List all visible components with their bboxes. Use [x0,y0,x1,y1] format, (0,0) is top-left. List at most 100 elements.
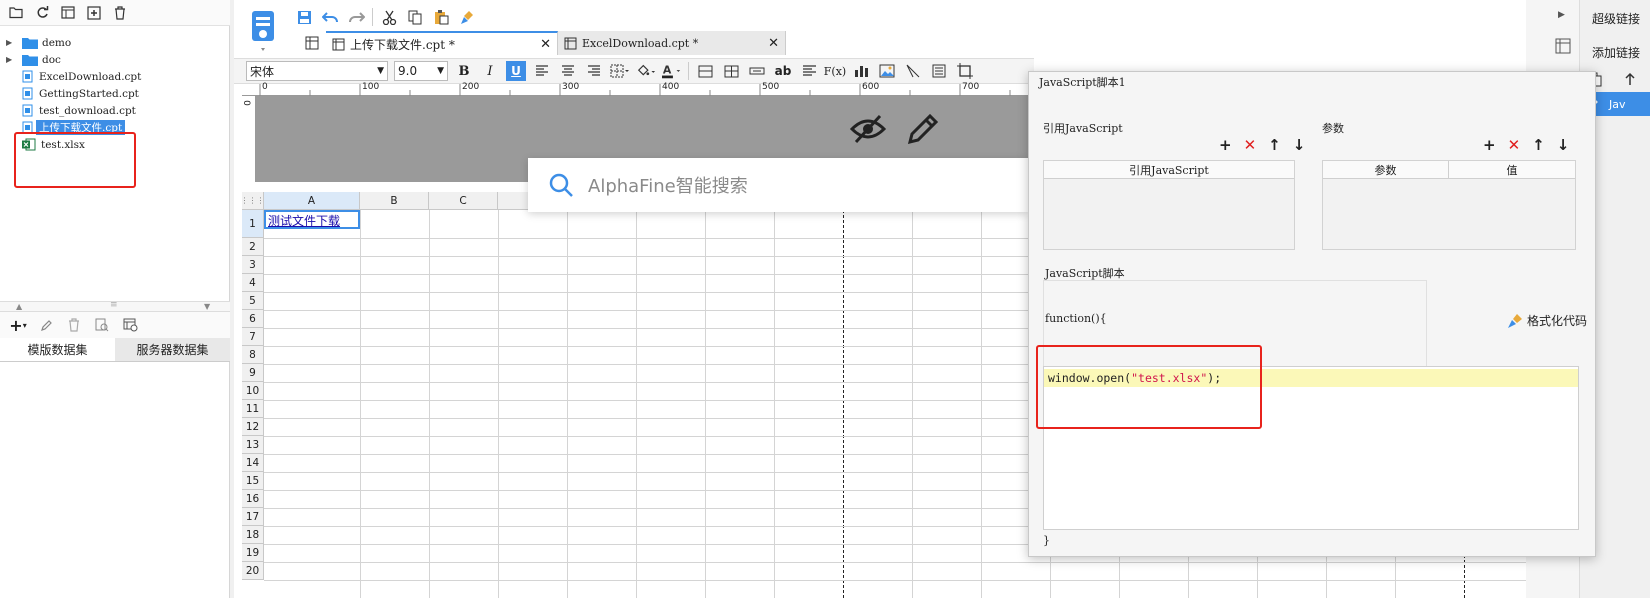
arrow-up-icon[interactable]: ↑ [1268,136,1281,154]
row-header[interactable]: 8 [242,346,264,364]
collapse-up-icon[interactable]: ▲ [16,302,22,311]
template-icon[interactable] [58,3,78,23]
row-header[interactable]: 15 [242,472,264,490]
sub-report-icon[interactable] [929,61,949,81]
refresh-icon[interactable] [32,3,52,23]
close-icon[interactable]: ✕ [768,36,779,51]
italic-icon[interactable]: I [480,61,500,81]
tab-exceldownload[interactable]: ExcelDownload.cpt * ✕ [558,31,786,55]
merge-cells-icon[interactable] [695,61,715,81]
row-header[interactable]: 18 [242,526,264,544]
add-icon[interactable]: + [1483,136,1496,154]
ref-js-table[interactable]: 引用JavaScript [1043,160,1295,250]
delete-icon[interactable]: ✕ [1508,136,1521,154]
row-header[interactable]: 17 [242,508,264,526]
align-right-icon[interactable] [584,61,604,81]
align-left-icon[interactable] [532,61,552,81]
border-icon[interactable] [610,61,630,81]
open-folder-icon[interactable] [6,3,26,23]
tab-upload-download-file[interactable]: 上传下载文件.cpt * ✕ [326,31,558,55]
format-painter-icon[interactable] [457,7,477,27]
chart-icon[interactable] [851,61,871,81]
select-all-corner[interactable]: ⋮⋮⋮ [241,192,265,210]
close-icon[interactable]: ✕ [540,37,551,52]
expand-icon[interactable]: ▶ [6,55,16,64]
edit-icon[interactable] [36,315,56,335]
arrow-up-icon[interactable] [1624,72,1636,86]
row-header[interactable]: 4 [242,274,264,292]
cell-a1-hyperlink[interactable]: 测试文件下载 [268,211,340,229]
slash-icon[interactable] [903,61,923,81]
row-header[interactable]: 7 [242,328,264,346]
paste-icon[interactable] [431,7,451,27]
row-header[interactable]: 20 [242,562,264,580]
split-cells-icon[interactable] [721,61,741,81]
tab-template-dataset[interactable]: 模版数据集 [0,338,115,361]
locate-icon[interactable] [84,3,104,23]
row-header[interactable]: 10 [242,382,264,400]
save-icon[interactable] [294,7,314,27]
hide-eye-icon[interactable] [850,114,886,144]
tree-item-gettingstarted[interactable]: GettingStarted.cpt [22,85,139,102]
row-header[interactable]: 13 [242,436,264,454]
trash-icon[interactable] [110,3,130,23]
font-color-icon[interactable]: A [662,61,682,81]
undo-icon[interactable] [320,7,340,27]
row-header[interactable]: 1 [242,210,264,238]
dataset-settings-icon[interactable] [120,315,140,335]
tree-item-exceldownload[interactable]: ExcelDownload.cpt [22,68,141,85]
align-center-icon[interactable] [558,61,578,81]
tab-server-dataset[interactable]: 服务器数据集 [115,338,230,361]
delete-icon[interactable]: ✕ [1244,136,1257,154]
arrow-down-icon[interactable]: ↓ [1557,136,1570,154]
row-header[interactable]: 16 [242,490,264,508]
add-dataset-icon[interactable]: + ▾ [8,315,28,335]
tree-item-test-download[interactable]: test_download.cpt [22,102,136,119]
font-family-select[interactable]: 宋体 ▼ [246,61,388,81]
trash-icon[interactable] [64,315,84,335]
add-link-button[interactable]: 添加链接 [1592,44,1640,61]
font-size-select[interactable]: 9.0 ▼ [394,61,448,81]
arrow-up-icon[interactable]: ↑ [1532,136,1545,154]
grid-view-icon[interactable] [302,33,322,53]
formula-icon[interactable]: F(x) [824,61,846,81]
column-header-a[interactable]: A [264,192,360,210]
param-table[interactable]: 参数 值 [1322,160,1576,250]
copy-icon[interactable] [405,7,425,27]
row-header[interactable]: 11 [242,400,264,418]
drag-handle-icon[interactable]: ≡ [110,300,118,310]
row-header[interactable]: 9 [242,364,264,382]
expand-icon[interactable]: ▶ [6,38,16,47]
text-align-icon[interactable] [799,61,819,81]
collapse-down-icon[interactable]: ▼ [204,302,210,311]
row-header[interactable]: 14 [242,454,264,472]
text-icon[interactable]: ab [773,61,793,81]
preview-icon[interactable] [92,315,112,335]
panel-splitter[interactable]: ▲ ≡ ▼ [0,300,230,312]
row-header[interactable]: 12 [242,418,264,436]
column-header-c[interactable]: C [429,192,498,210]
row-header[interactable]: 3 [242,256,264,274]
redo-icon[interactable] [346,7,366,27]
format-code-button[interactable]: 格式化代码 [1507,312,1587,329]
crop-icon[interactable] [955,61,975,81]
add-icon[interactable]: + [1219,136,1232,154]
tree-item-doc[interactable]: ▶ doc [6,51,61,68]
alphafine-search-bar[interactable]: AlphaFine智能搜索 [528,158,1028,212]
insert-row-icon[interactable] [747,61,767,81]
pencil-icon[interactable] [906,112,940,146]
row-header[interactable]: 6 [242,310,264,328]
fill-color-icon[interactable] [636,61,656,81]
row-header[interactable]: 5 [242,292,264,310]
tree-item-demo[interactable]: ▶ demo [6,34,71,51]
column-header-b[interactable]: B [360,192,429,210]
expand-right-icon[interactable]: ▶ [1558,10,1565,20]
image-icon[interactable] [877,61,897,81]
cut-icon[interactable] [379,7,399,27]
row-header[interactable]: 2 [242,238,264,256]
bold-icon[interactable]: B [454,61,474,81]
arrow-down-icon[interactable]: ↓ [1293,136,1306,154]
row-header[interactable]: 19 [242,544,264,562]
underline-icon[interactable]: U [506,61,526,81]
panel-settings-icon[interactable] [1555,38,1571,54]
